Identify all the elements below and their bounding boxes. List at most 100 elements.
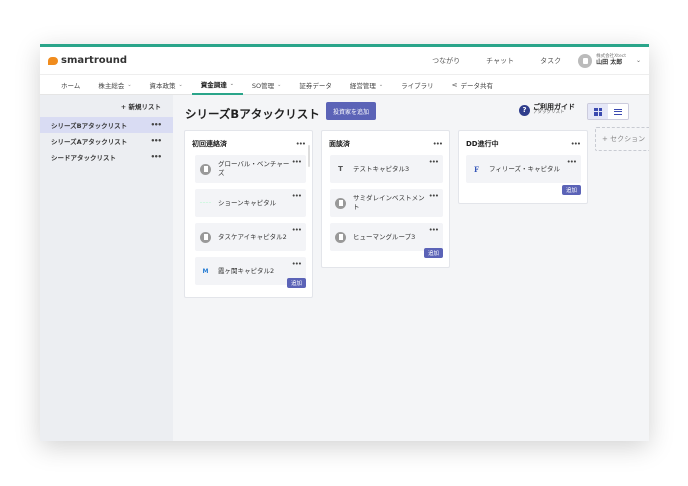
logo-mark-icon	[48, 56, 58, 65]
more-icon[interactable]: •••	[292, 226, 302, 234]
add-card-button[interactable]: 追加	[561, 185, 581, 195]
column-header: 面談済 •••	[322, 131, 449, 155]
investor-card[interactable]: T テストキャピタル3 •••	[330, 155, 443, 183]
investor-name: ショーンキャピタル	[218, 198, 277, 207]
more-icon[interactable]: •••	[151, 137, 162, 145]
investor-card[interactable]: F フィリーズ・キャピタル •••	[466, 155, 581, 183]
add-card-button[interactable]: 追加	[286, 278, 306, 288]
avatar	[578, 53, 593, 68]
sidebar-item-seed[interactable]: シードアタックリスト •••	[40, 149, 173, 165]
sidebar-item-series-b[interactable]: シリーズBアタックリスト •••	[40, 117, 173, 133]
app-window: smartround つながり チャット タスク 株式会社Xtect 山田 太郎…	[40, 44, 649, 441]
add-card-button[interactable]: 追加	[423, 248, 443, 258]
more-icon[interactable]: •••	[292, 192, 302, 200]
more-icon[interactable]: •••	[151, 153, 162, 161]
header: smartround つながり チャット タスク 株式会社Xtect 山田 太郎…	[40, 47, 649, 75]
more-icon[interactable]: •••	[433, 140, 443, 148]
investor-name: 霞ヶ関キャピタル2	[218, 266, 275, 275]
guide-text: ご利用ガイド アタックリスト	[533, 103, 575, 116]
nav-item-shareholders-meeting[interactable]: 株主総会 ⌄	[89, 75, 140, 95]
investor-name: グローバル・ベンチャーズ	[218, 160, 290, 177]
list-view-button[interactable]	[608, 104, 628, 119]
grid-icon	[594, 107, 602, 116]
chevron-down-icon: ⌄	[277, 81, 282, 88]
nav-label: 資本政策	[149, 81, 176, 90]
list-icon	[614, 108, 622, 115]
nav-item-fundraising[interactable]: 資金調達 ⌄	[191, 75, 243, 95]
sidebar-item-label: シリーズBアタックリスト	[51, 122, 128, 130]
nav-item-home[interactable]: ホーム	[52, 75, 89, 95]
more-icon[interactable]: •••	[292, 260, 302, 268]
column-title: DD進行中	[466, 140, 499, 148]
add-investor-button[interactable]: 投資家を追加	[326, 102, 377, 120]
user-text: 株式会社Xtect 山田 太郎	[596, 54, 626, 67]
column-scrollbar[interactable]	[308, 145, 310, 167]
building-icon	[335, 197, 346, 209]
m-logo-icon: M	[202, 267, 209, 275]
nav-item-capital-policy[interactable]: 資本政策 ⌄	[141, 75, 192, 95]
building-icon	[200, 231, 211, 243]
column-title: 初回連絡済	[192, 140, 227, 148]
chevron-down-icon: ⌄	[378, 81, 384, 88]
column-first-contact: 初回連絡済 ••• グローバル・ベンチャーズ ••• ~~~~ ショーンキャピタ…	[184, 130, 313, 298]
view-toggle	[587, 103, 629, 120]
nav-label: 株主総会	[98, 81, 125, 90]
text-logo-icon: ~~~~	[199, 201, 212, 205]
investor-card[interactable]: ヒューマングループ3 •••	[330, 223, 443, 251]
page-title: シリーズBアタックリスト	[185, 107, 320, 121]
investor-name: テストキャピタル3	[353, 164, 410, 173]
chevron-down-icon: ⌄	[635, 57, 641, 64]
more-icon[interactable]: •••	[429, 226, 439, 234]
nav-label: データ共有	[460, 81, 493, 90]
sidebar: + 新規リスト シリーズBアタックリスト ••• シリーズAアタックリスト ••…	[40, 95, 173, 441]
more-icon[interactable]: •••	[151, 121, 162, 129]
t-logo-icon: T	[338, 165, 343, 173]
building-icon	[200, 163, 211, 175]
user-menu[interactable]: 株式会社Xtect 山田 太郎 ⌄	[578, 53, 641, 68]
more-icon[interactable]: •••	[571, 140, 581, 148]
logo[interactable]: smartround	[48, 55, 127, 66]
sidebar-item-series-a[interactable]: シリーズAアタックリスト •••	[40, 133, 173, 149]
main-area: + 新規リスト シリーズBアタックリスト ••• シリーズAアタックリスト ••…	[40, 95, 649, 441]
user-name: 山田 太郎	[596, 58, 623, 66]
investor-name: ヒューマングループ3	[353, 232, 416, 241]
nav-label: 資金調達	[200, 80, 227, 89]
column-header: DD進行中 •••	[459, 131, 587, 155]
chevron-down-icon: ⌄	[178, 81, 183, 88]
column-title: 面談済	[329, 140, 350, 148]
f-logo-icon: F	[474, 164, 479, 174]
board: シリーズBアタックリスト 投資家を追加 ? ご利用ガイド アタックリスト 初回連…	[173, 95, 649, 441]
share-icon: ⋖	[451, 80, 458, 89]
header-link-tasks[interactable]: タスク	[527, 56, 574, 66]
user-guide-link[interactable]: ? ご利用ガイド アタックリスト	[519, 103, 575, 116]
more-icon[interactable]: •••	[292, 158, 302, 166]
nav-item-data-sharing[interactable]: ⋖ データ共有	[443, 75, 502, 95]
nav-label: ホーム	[61, 81, 81, 90]
header-link-chat[interactable]: チャット	[473, 56, 527, 66]
investor-card[interactable]: サミダレインベストメント •••	[330, 189, 443, 217]
investor-card[interactable]: グローバル・ベンチャーズ •••	[195, 155, 306, 183]
more-icon[interactable]: •••	[429, 192, 439, 200]
header-link-connections[interactable]: つながり	[419, 56, 473, 66]
investor-name: フィリーズ・キャピタル	[489, 164, 561, 173]
chevron-down-icon: ⌄	[229, 80, 234, 87]
nav-item-securities-data[interactable]: 証券データ	[290, 75, 341, 95]
more-icon[interactable]: •••	[429, 158, 439, 166]
column-met: 面談済 ••• T テストキャピタル3 ••• サミダレインベストメント •••…	[321, 130, 450, 268]
add-section-button[interactable]: + セクション	[595, 127, 649, 151]
nav-item-library[interactable]: ライブラリ	[392, 75, 443, 95]
nav-label: ライブラリ	[401, 81, 434, 90]
nav-item-management[interactable]: 経営管理 ⌄	[341, 75, 392, 95]
help-icon: ?	[519, 104, 530, 116]
investor-card[interactable]: ~~~~ ショーンキャピタル •••	[195, 189, 306, 217]
more-icon[interactable]: •••	[296, 140, 306, 148]
nav-label: 経営管理	[349, 81, 376, 90]
chevron-down-icon: ⌄	[127, 81, 132, 88]
new-list-button[interactable]: + 新規リスト	[40, 99, 173, 117]
guide-subtitle: アタックリスト	[533, 110, 565, 116]
board-view-button[interactable]	[588, 104, 608, 119]
more-icon[interactable]: •••	[567, 158, 577, 166]
investor-card[interactable]: タスケアイキャピタル2 •••	[195, 223, 306, 251]
nav-item-so-management[interactable]: SO管理 ⌄	[243, 75, 290, 95]
nav-label: SO管理	[251, 81, 275, 90]
